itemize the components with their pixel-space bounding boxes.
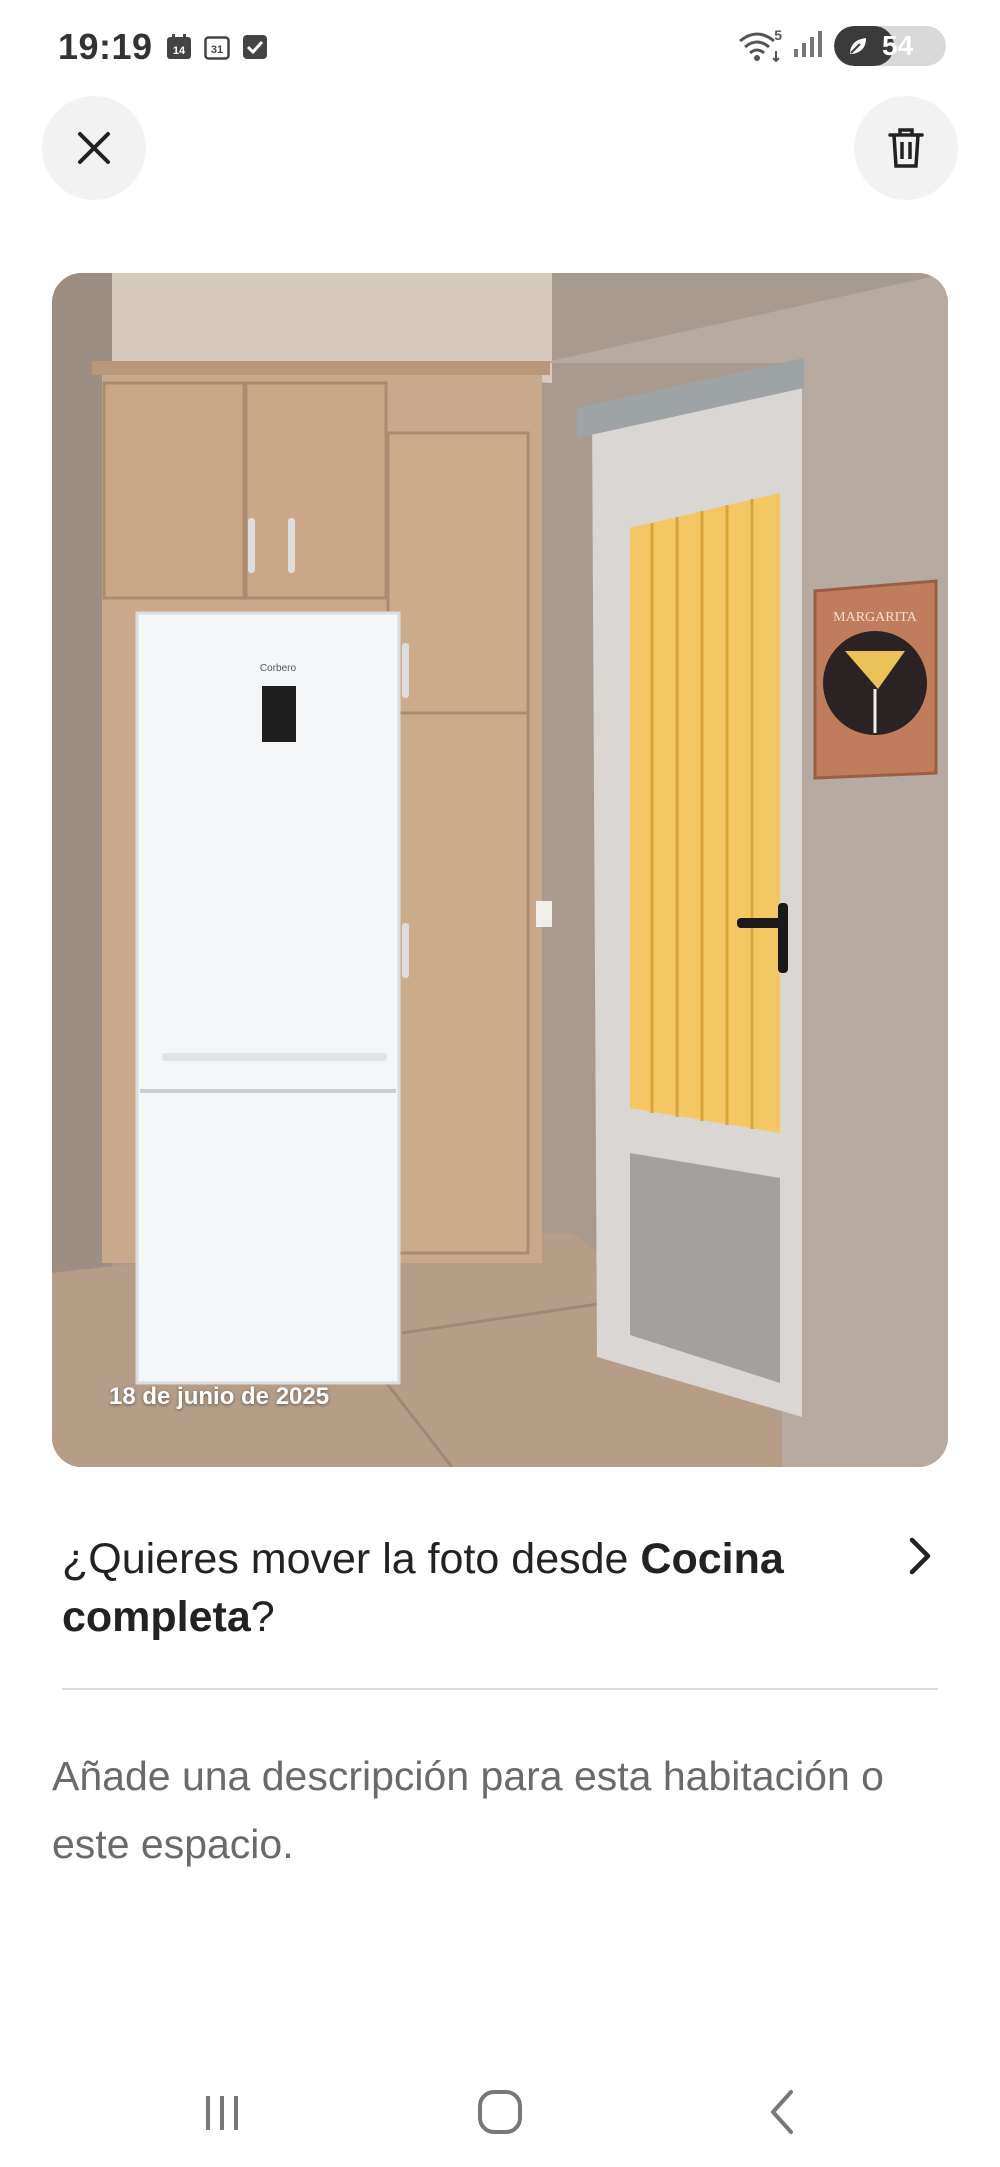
- battery-icon: 54: [834, 26, 946, 66]
- trash-icon: [888, 128, 924, 168]
- close-icon: [78, 132, 110, 164]
- power-saving-leaf-icon: [850, 38, 866, 54]
- back-icon[interactable]: [747, 2082, 817, 2142]
- signal-icon: [792, 29, 824, 64]
- home-icon[interactable]: [465, 2082, 535, 2142]
- move-prompt-suffix: ?: [250, 1593, 275, 1641]
- poster-title: MARGARITA: [833, 610, 918, 625]
- delete-photo-button[interactable]: [854, 96, 958, 200]
- photo-date: 18 de junio de 2025: [109, 1383, 330, 1410]
- section-divider: [62, 1688, 938, 1690]
- wifi-icon: 5: [738, 27, 782, 63]
- move-prompt-prefix: ¿Quieres mover la foto desde: [62, 1535, 641, 1583]
- status-time: 19:19: [58, 26, 153, 67]
- calendar-31-icon: 31: [203, 32, 231, 62]
- checkbox-icon: [241, 32, 269, 62]
- room-photo[interactable]: Corbero MARGARITA 18 de junio de 2025: [52, 273, 948, 1467]
- close-button[interactable]: [42, 96, 146, 200]
- recent-apps-icon[interactable]: [187, 2082, 257, 2142]
- description-input[interactable]: Añade una descripción para esta habitaci…: [52, 1742, 962, 1878]
- calendar-14-icon: 14: [165, 32, 193, 62]
- system-icons: 5 54: [738, 26, 946, 66]
- notification-icons: 14 31: [165, 32, 269, 62]
- status-bar: 19:19 14 31 5 54: [0, 0, 1000, 96]
- kitchen-photo-image: Corbero MARGARITA: [52, 273, 948, 1467]
- wifi-band-label: 5: [774, 27, 782, 43]
- fridge-brand-label: Corbero: [260, 663, 297, 674]
- chevron-right-icon[interactable]: [900, 1532, 940, 1580]
- move-photo-prompt[interactable]: ¿Quieres mover la foto desde Cocina comp…: [62, 1530, 862, 1646]
- svg-text:31: 31: [211, 44, 223, 56]
- navigation-bar: [0, 2060, 1000, 2167]
- svg-text:14: 14: [173, 45, 186, 57]
- battery-percentage: 54: [882, 30, 914, 61]
